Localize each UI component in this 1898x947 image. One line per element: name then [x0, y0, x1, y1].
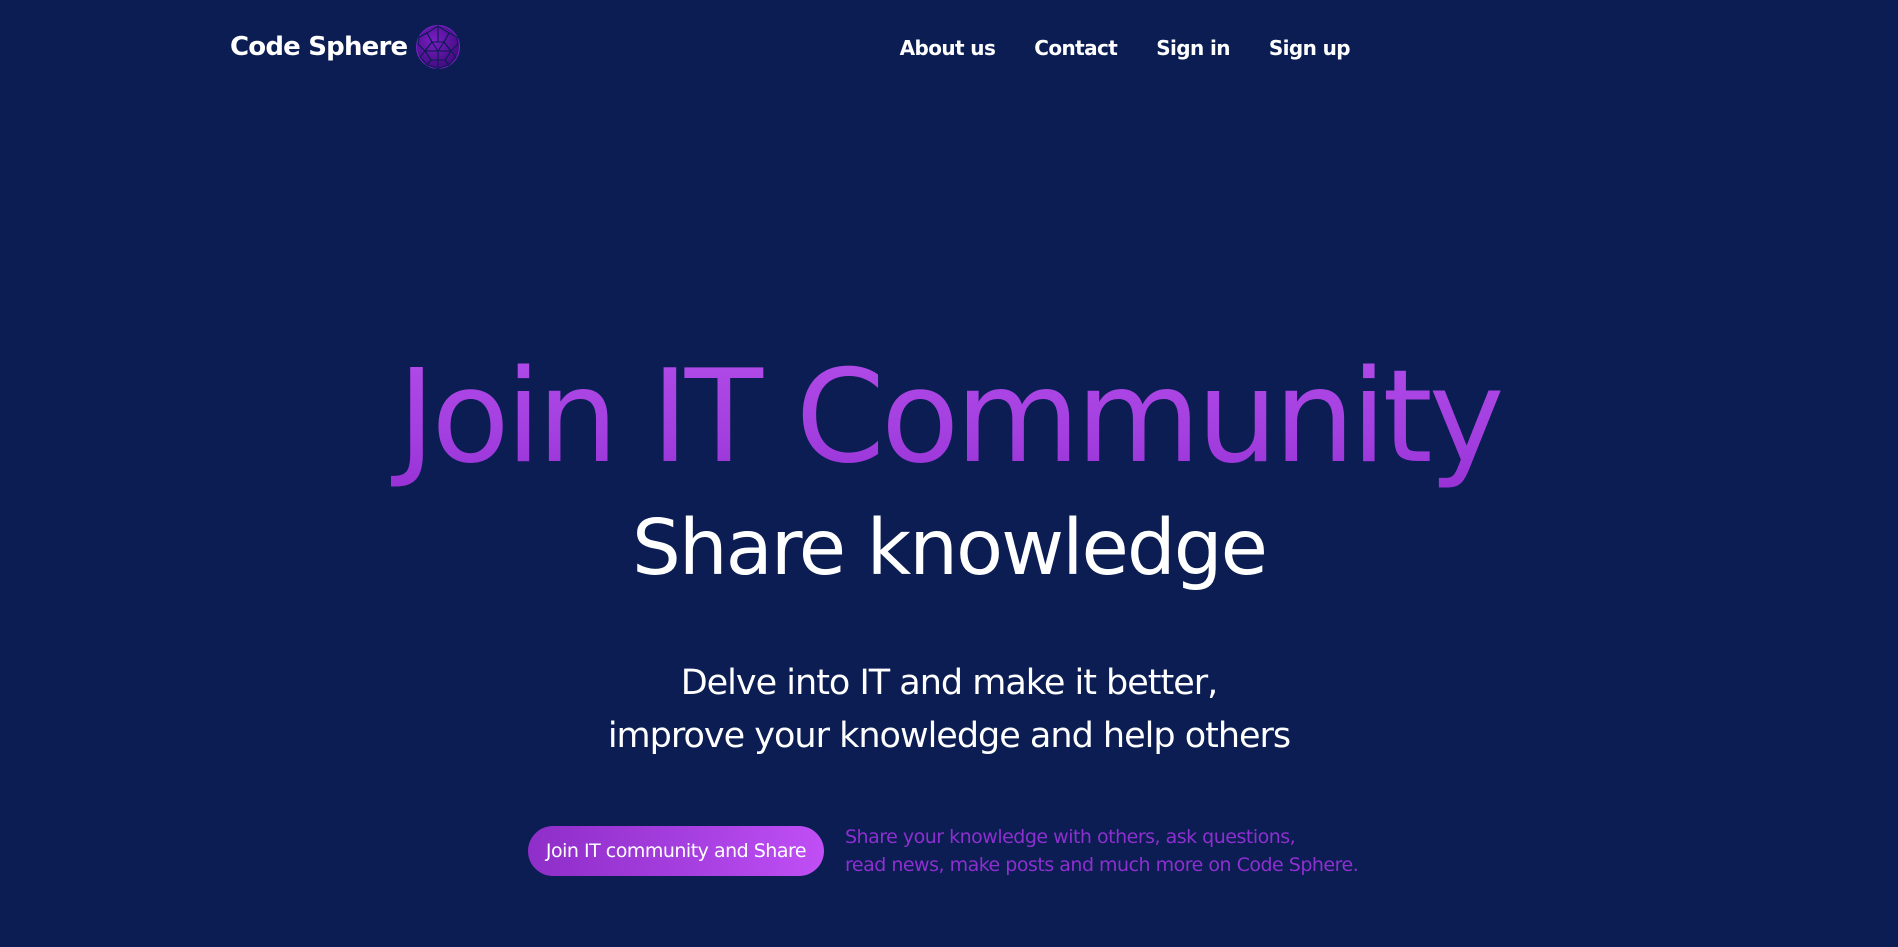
cta-note-line: read news, make posts and much more on C… — [845, 854, 1359, 876]
hero-section: Join IT Community Share knowledge Delve … — [0, 0, 1898, 947]
cta-note-line: Share your knowledge with others, ask qu… — [845, 826, 1296, 848]
cta-row: Join IT community and Share Share your k… — [528, 823, 1359, 879]
cta-note: Share your knowledge with others, ask qu… — [845, 823, 1359, 879]
join-community-button[interactable]: Join IT community and Share — [528, 826, 824, 876]
hero-description: Delve into IT and make it better, improv… — [0, 657, 1898, 763]
hero-description-line: improve your knowledge and help others — [607, 716, 1291, 756]
hero-subtitle: Share knowledge — [631, 504, 1268, 593]
hero-title: Join IT Community — [0, 348, 1898, 488]
hero-description-line: Delve into IT and make it better, — [680, 663, 1219, 703]
